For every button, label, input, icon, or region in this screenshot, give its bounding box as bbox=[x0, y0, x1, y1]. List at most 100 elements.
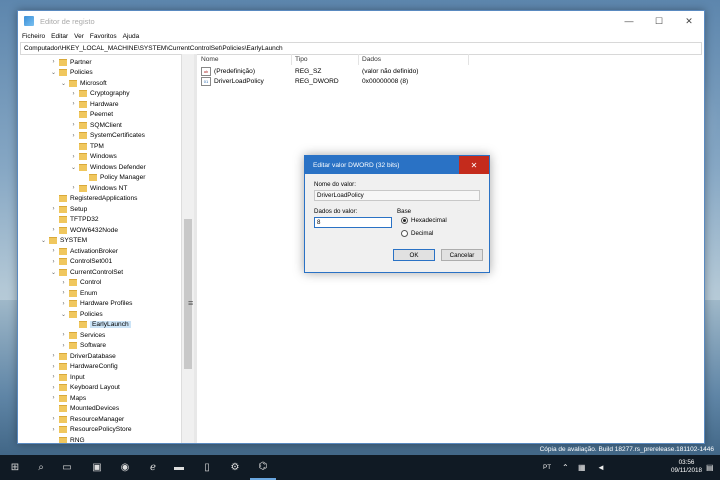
title-bar[interactable]: Editor de registo — ☐ ✕ bbox=[18, 11, 704, 31]
file-explorer-icon[interactable]: ▬ bbox=[166, 455, 192, 480]
ok-button[interactable]: OK bbox=[393, 249, 435, 261]
radio-hexadecimal[interactable]: Hexadecimal bbox=[401, 217, 447, 224]
tree-node[interactable]: › Keyboard Layout bbox=[50, 383, 120, 393]
expand-chevron-icon[interactable]: › bbox=[70, 154, 77, 160]
collapse-chevron-icon[interactable]: ⌄ bbox=[50, 69, 57, 76]
expand-chevron-icon[interactable]: › bbox=[60, 343, 67, 349]
clock[interactable]: 03:56 09/11/2018 bbox=[671, 459, 702, 475]
tree-node[interactable]: › Cryptography bbox=[70, 89, 130, 99]
value-row-default-name[interactable]: ab (Predefinição) bbox=[201, 66, 255, 76]
expand-chevron-icon[interactable]: › bbox=[50, 374, 57, 380]
tree-node[interactable]: ⌄ Microsoft bbox=[60, 78, 107, 88]
tree-node[interactable]: TPM bbox=[70, 141, 104, 151]
minimize-button[interactable]: — bbox=[614, 11, 644, 31]
tree-node[interactable]: › WOW6432Node bbox=[50, 225, 118, 235]
tree-node[interactable]: › ControlSet001 bbox=[50, 257, 112, 267]
language-indicator[interactable]: PT bbox=[543, 455, 551, 480]
expand-chevron-icon[interactable]: › bbox=[50, 259, 57, 265]
tree-node[interactable]: ⌄ Windows Defender bbox=[70, 162, 146, 172]
column-header-data[interactable]: Dados bbox=[359, 54, 469, 65]
tree-scrollbar-thumb[interactable] bbox=[184, 219, 192, 369]
expand-chevron-icon[interactable]: › bbox=[70, 133, 77, 139]
tree-node[interactable]: › SystemCertificates bbox=[70, 131, 145, 141]
tree-node[interactable]: › Services bbox=[60, 330, 105, 340]
dialog-close-button[interactable]: ✕ bbox=[459, 156, 489, 174]
tree-node[interactable]: RNG bbox=[50, 435, 85, 443]
radio-decimal[interactable]: Decimal bbox=[401, 230, 433, 237]
tree-node[interactable]: ⌄ CurrentControlSet bbox=[50, 267, 123, 277]
expand-chevron-icon[interactable]: › bbox=[60, 332, 67, 338]
expand-chevron-icon[interactable]: › bbox=[60, 290, 67, 296]
expand-chevron-icon[interactable]: › bbox=[50, 353, 57, 359]
menu-help[interactable]: Ajuda bbox=[123, 33, 140, 40]
tree-node[interactable]: › Maps bbox=[50, 393, 86, 403]
tree-node[interactable]: › Input bbox=[50, 372, 85, 382]
tree-node[interactable]: RegisteredApplications bbox=[50, 194, 137, 204]
tree-node[interactable]: › Setup bbox=[50, 204, 87, 214]
expand-chevron-icon[interactable]: › bbox=[50, 227, 57, 233]
notifications-icon[interactable]: ▤ bbox=[706, 455, 714, 480]
tree-scrollbar[interactable] bbox=[182, 54, 194, 443]
search-icon[interactable]: ⌕ bbox=[28, 455, 54, 480]
collapse-chevron-icon[interactable]: ⌄ bbox=[40, 237, 47, 244]
menu-edit[interactable]: Editar bbox=[51, 33, 68, 40]
value-data-input[interactable]: 8 bbox=[314, 217, 392, 228]
settings-icon[interactable]: ⚙ bbox=[222, 455, 248, 480]
expand-chevron-icon[interactable]: › bbox=[60, 301, 67, 307]
expand-chevron-icon[interactable]: › bbox=[50, 206, 57, 212]
tree-node[interactable]: ⌄ Policies bbox=[60, 309, 103, 319]
column-header-type[interactable]: Tipo bbox=[292, 54, 359, 65]
tree-node[interactable]: › Software bbox=[60, 341, 106, 351]
edge-icon[interactable]: ℯ bbox=[140, 455, 166, 480]
expand-chevron-icon[interactable]: › bbox=[50, 385, 57, 391]
tree-node[interactable]: › SQMClient bbox=[70, 120, 122, 130]
value-row-driverloadpolicy-name[interactable]: 01 DriverLoadPolicy bbox=[201, 76, 264, 86]
collapse-chevron-icon[interactable]: ⌄ bbox=[70, 164, 77, 171]
tree-node[interactable]: › ResourceManager bbox=[50, 414, 124, 424]
collapse-chevron-icon[interactable]: ⌄ bbox=[50, 269, 57, 276]
expand-chevron-icon[interactable]: › bbox=[50, 395, 57, 401]
regedit-icon[interactable]: ⌬ bbox=[250, 455, 276, 480]
expand-chevron-icon[interactable]: › bbox=[50, 248, 57, 254]
task-view-icon[interactable]: ▭ bbox=[54, 455, 80, 480]
close-button[interactable]: ✕ bbox=[674, 11, 704, 31]
tree-node[interactable]: › ActivationBroker bbox=[50, 246, 118, 256]
tree-node[interactable]: › ResourcePolicyStore bbox=[50, 425, 132, 435]
column-header-name[interactable]: Nome bbox=[198, 54, 292, 65]
collapse-chevron-icon[interactable]: ⌄ bbox=[60, 311, 67, 318]
tree-node[interactable]: MountedDevices bbox=[50, 404, 119, 414]
tree-node[interactable]: › Windows NT bbox=[70, 183, 127, 193]
menu-view[interactable]: Ver bbox=[74, 33, 84, 40]
expand-chevron-icon[interactable]: › bbox=[60, 280, 67, 286]
tree-node[interactable]: › DriverDatabase bbox=[50, 351, 116, 361]
tree-node[interactable]: EarlyLaunch bbox=[70, 320, 131, 330]
tree-node[interactable]: › Hardware Profiles bbox=[60, 299, 132, 309]
expand-chevron-icon[interactable]: › bbox=[70, 91, 77, 97]
tree-node[interactable]: › Control bbox=[60, 278, 101, 288]
tree-node[interactable]: › Partner bbox=[50, 57, 92, 67]
expand-chevron-icon[interactable]: › bbox=[50, 416, 57, 422]
tree-node[interactable]: › Hardware bbox=[70, 99, 119, 109]
pane-splitter[interactable] bbox=[194, 54, 197, 443]
menu-favorites[interactable]: Favoritos bbox=[90, 33, 117, 40]
chrome-icon[interactable]: ◉ bbox=[112, 455, 138, 480]
expand-chevron-icon[interactable]: › bbox=[50, 364, 57, 370]
tray-overflow-icon[interactable]: ⌃ bbox=[562, 455, 569, 480]
network-icon[interactable]: ▦ bbox=[578, 455, 586, 480]
tree-node[interactable]: TFTPD32 bbox=[50, 215, 99, 225]
tree-node[interactable]: ⌄ SYSTEM bbox=[40, 236, 87, 246]
maximize-button[interactable]: ☐ bbox=[644, 11, 674, 31]
tree-node[interactable]: ⌄ Policies bbox=[50, 68, 93, 78]
tree-node[interactable]: Peernet bbox=[70, 110, 113, 120]
expand-chevron-icon[interactable]: › bbox=[70, 101, 77, 107]
tree-node[interactable]: › Enum bbox=[60, 288, 97, 298]
cancel-button[interactable]: Cancelar bbox=[441, 249, 483, 261]
expand-chevron-icon[interactable]: › bbox=[50, 59, 57, 65]
expand-chevron-icon[interactable]: › bbox=[50, 427, 57, 433]
phone-icon[interactable]: ▯ bbox=[194, 455, 220, 480]
value-name-field[interactable]: DriverLoadPolicy bbox=[314, 190, 480, 201]
start-icon[interactable]: ⊞ bbox=[2, 455, 28, 480]
menu-file[interactable]: Ficheiro bbox=[22, 33, 45, 40]
expand-chevron-icon[interactable]: › bbox=[70, 122, 77, 128]
expand-chevron-icon[interactable]: › bbox=[70, 185, 77, 191]
